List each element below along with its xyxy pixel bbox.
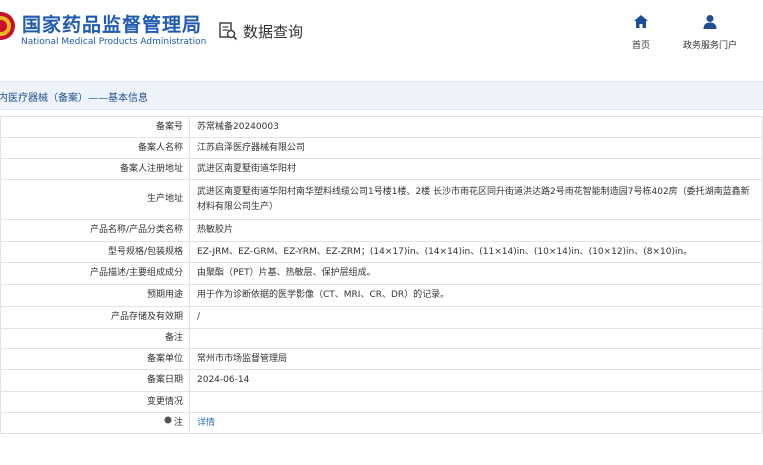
field-label: 备案单位 — [0, 348, 190, 370]
nav-home-label: 首页 — [632, 41, 651, 51]
table-row: 预期用途 用于作为诊断依据的医学影像（CT、MRI、CR、DR）的记录。 — [0, 284, 763, 307]
module-label: 数据查询 — [243, 22, 304, 41]
table-row: 型号规格/包装规格 EZ-JRM、EZ-GRM、EZ-YRM、EZ-ZRM；(1… — [0, 241, 763, 263]
field-value — [189, 328, 763, 349]
field-value: 常州市市场监督管理局 — [189, 348, 763, 370]
field-label: 备注 — [0, 328, 190, 349]
field-value: 2024-06-14 — [189, 369, 763, 392]
document-search-icon — [218, 21, 238, 41]
note-value: 详情 — [189, 412, 763, 434]
section-title: 内医疗器械（备案）——基本信息 — [0, 93, 148, 104]
table-row: 生产地址 武进区南夏墅街道华阳村南华塑料线缆公司1号楼1楼、2楼 长沙市雨花区同… — [0, 179, 763, 220]
section-header: 内医疗器械（备案）——基本信息 — [0, 81, 763, 110]
table-row: 变更情况 — [0, 391, 763, 413]
field-label: 变更情况 — [0, 391, 190, 413]
table-row: 注 详情 — [0, 412, 763, 434]
home-icon — [632, 14, 650, 33]
field-label: 生产地址 — [0, 179, 190, 220]
table-row: 备案人名称 江苏启泽医疗器械有限公司 — [0, 137, 763, 159]
table-row: 备案人注册地址 武进区南夏墅街道华阳村 — [0, 158, 763, 180]
details-link[interactable]: 详情 — [197, 418, 215, 428]
field-label: 预期用途 — [0, 284, 190, 307]
table-row: 产品存储及有效期 / — [0, 306, 763, 329]
field-label: 备案号 — [0, 116, 190, 138]
nav-home[interactable]: 首页 — [632, 14, 650, 51]
site-header: 国家药品监督管理局 National Medical Products Admi… — [0, 0, 763, 62]
data-query-module[interactable]: 数据查询 — [218, 18, 303, 44]
table-row: 产品描述/主要组成成分 由聚酯（PET）片基、热敏层、保护层组成。 — [0, 262, 763, 285]
note-label-text: 注 — [173, 418, 183, 428]
field-value: 武进区南夏墅街道华阳村南华塑料线缆公司1号楼1楼、2楼 长沙市雨花区同升街道洪达… — [189, 179, 763, 220]
field-label: 备案日期 — [0, 369, 190, 392]
table-row: 产品名称/产品分类名称 热敏胶片 — [0, 219, 763, 242]
field-value: EZ-JRM、EZ-GRM、EZ-YRM、EZ-ZRM；(14×17)in、(1… — [189, 241, 763, 263]
table-row: 备案单位 常州市市场监督管理局 — [0, 348, 763, 370]
nav-gov-services[interactable]: 政务服务门户 — [683, 14, 737, 51]
site-title: 国家药品监督管理局 — [22, 14, 203, 36]
table-row: 备案日期 2024-06-14 — [0, 369, 763, 392]
field-value: 用于作为诊断依据的医学影像（CT、MRI、CR、DR）的记录。 — [189, 284, 763, 307]
field-label: 型号规格/包装规格 — [0, 241, 190, 263]
field-value: 江苏启泽医疗器械有限公司 — [189, 137, 763, 159]
field-label: 备案人名称 — [0, 137, 190, 159]
site-subtitle: National Medical Products Administration — [21, 37, 207, 47]
field-value: 由聚酯（PET）片基、热敏层、保护层组成。 — [189, 262, 763, 285]
field-value: 武进区南夏墅街道华阳村 — [189, 158, 763, 180]
field-label: 备案人注册地址 — [0, 158, 190, 180]
nav-gov-services-label: 政务服务门户 — [683, 41, 738, 51]
user-icon — [683, 14, 737, 33]
field-value: 苏常械备20240003 — [189, 116, 763, 138]
field-label: 产品存储及有效期 — [0, 306, 190, 329]
emblem-logo-icon — [0, 11, 16, 41]
field-value: / — [189, 306, 763, 329]
note-label: 注 — [0, 412, 190, 434]
record-detail-table: 备案号 苏常械备20240003 备案人名称 江苏启泽医疗器械有限公司 备案人注… — [0, 116, 763, 434]
field-label: 产品名称/产品分类名称 — [0, 219, 190, 242]
table-row: 备案号 苏常械备20240003 — [0, 116, 763, 138]
field-value — [189, 391, 763, 413]
table-row: 备注 — [0, 328, 763, 349]
field-label: 产品描述/主要组成成分 — [0, 262, 190, 285]
info-icon — [164, 415, 172, 430]
field-value: 热敏胶片 — [189, 219, 763, 242]
